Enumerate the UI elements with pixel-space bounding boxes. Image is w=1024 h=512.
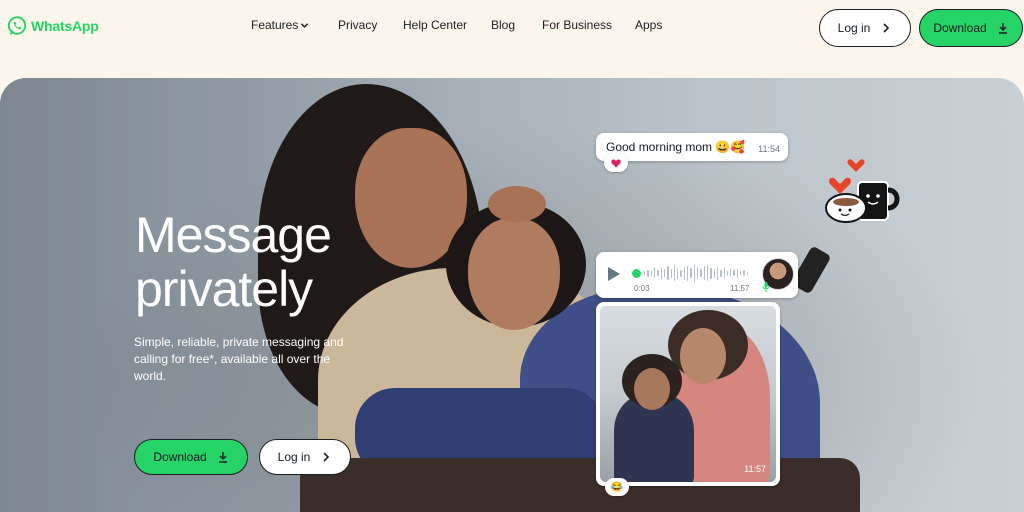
mic-icon [762,282,770,292]
message-text-body: Good morning mom [606,140,713,154]
nav-item-apps[interactable]: Apps [635,18,662,32]
download-label: Download [933,21,987,35]
whatsapp-logo[interactable]: WhatsApp [6,14,99,38]
shared-photo[interactable]: 11:57 [600,306,776,482]
chevron-right-icon [323,452,330,462]
photo-time: 11:57 [744,464,766,474]
header-download-button[interactable]: Download [919,9,1023,47]
login-label: Log in [837,21,871,35]
message-time: 11:54 [758,144,780,154]
voice-time: 11:57 [730,284,750,293]
chevron-down-icon [301,23,309,28]
download-label: Download [153,450,207,464]
play-icon[interactable] [608,267,620,281]
hero-section: Message privately Simple, reliable, priv… [0,78,1024,512]
hero-photo-part [488,186,546,222]
message-emojis: 😀🥰 [715,140,746,154]
whatsapp-logo-icon [7,16,27,36]
nav-item-blog[interactable]: Blog [491,18,515,32]
coffee-mugs-sticker [825,159,900,223]
hero-headline: Message privately [135,208,415,316]
login-label: Log in [277,450,311,464]
voice-message-bubble: 0:03 11:57 [596,252,798,298]
site-header: WhatsApp Features Privacy Help Center Bl… [0,0,1024,56]
message-reaction [604,154,628,172]
voice-waveform [644,264,748,282]
nav-item-features[interactable]: Features [251,18,309,32]
voice-progress-dot[interactable] [632,269,641,278]
message-text: Good morning mom 😀🥰 [606,140,745,154]
hero-photo-part [468,218,560,330]
hero-download-button[interactable]: Download [134,439,248,475]
hero-login-button[interactable]: Log in [259,439,351,475]
nav-item-label: Features [251,18,299,32]
heart-icon [611,159,621,167]
download-icon [998,23,1007,34]
headline-line: privately [135,261,313,317]
photo-reaction: 😂 [605,478,629,496]
nav-item-for-business[interactable]: For Business [542,18,612,32]
nav-item-privacy[interactable]: Privacy [338,18,377,32]
photo-part [680,328,726,384]
download-icon [218,452,227,463]
headline-line: Message [135,207,332,263]
voice-duration: 0:03 [634,284,650,293]
header-login-button[interactable]: Log in [819,9,911,47]
photo-message-bubble: 11:57 [596,302,780,486]
nav-item-help-center[interactable]: Help Center [403,18,467,32]
logo-text: WhatsApp [31,18,99,34]
hero-subtext: Simple, reliable, private messaging and … [134,335,344,383]
chevron-right-icon [883,23,890,33]
photo-part [634,368,670,410]
